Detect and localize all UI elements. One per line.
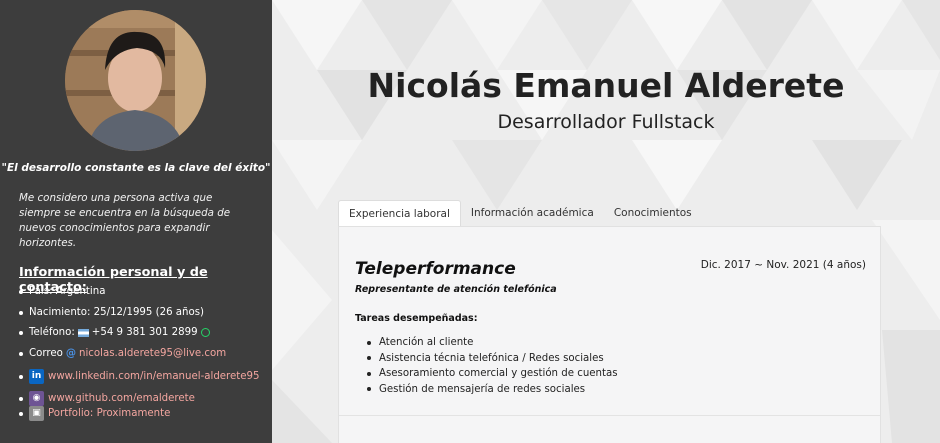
phone-value: +54 9 381 301 2899 (91, 327, 198, 338)
tasks-list: Atención al cliente Asistencia técnia te… (367, 335, 618, 397)
list-item: Gestión de mensajería de redes sociales (367, 382, 618, 398)
tab-experiencia-laboral[interactable]: Experiencia laboral (338, 200, 461, 227)
country-text: País: Argentina (29, 286, 106, 297)
job-title: Desarrollador Fullstack (497, 111, 715, 133)
list-item: Asistencia técnia telefónica / Redes soc… (367, 351, 618, 367)
page-title: Nicolás Emanuel Alderete (367, 66, 845, 105)
contact-country: País: Argentina (19, 286, 105, 297)
job-role: Representante de atención telefónica (355, 284, 557, 295)
experience-panel: Teleperformance Dic. 2017 ~ Nov. 2021 (4… (338, 226, 881, 443)
contact-birth: Nacimiento: 25/12/1995 (26 años) (19, 307, 204, 318)
list-item: Asesoramiento comercial y gestión de cue… (367, 366, 618, 382)
quote: "El desarrollo constante es la clave del… (1, 162, 271, 174)
github-link[interactable]: www.github.com/emalderete (48, 393, 195, 404)
contact-portfolio: ▣ Portfolio: Proximamente (19, 406, 170, 421)
tab-bar: Experiencia laboral Información académic… (338, 200, 702, 227)
briefcase-icon: ▣ (29, 406, 44, 421)
tab-informacion-academica[interactable]: Información académica (461, 200, 604, 227)
tab-conocimientos[interactable]: Conocimientos (604, 200, 702, 227)
sidebar: "El desarrollo constante es la clave del… (0, 0, 272, 443)
contact-email: Correo @ nicolas.alderete95@live.com (19, 348, 226, 359)
linkedin-icon: in (29, 369, 44, 384)
main-content: Nicolás Emanuel Alderete Desarrollador F… (272, 0, 940, 443)
divider (339, 415, 880, 416)
job-dates: Dic. 2017 ~ Nov. 2021 (4 años) (700, 259, 866, 271)
contact-linkedin: in www.linkedin.com/in/emanuel-alderete9… (19, 369, 260, 384)
portfolio-link[interactable]: Portfolio: Proximamente (48, 408, 170, 419)
email-label: Correo (29, 348, 63, 359)
list-item: Atención al cliente (367, 335, 618, 351)
avatar (65, 10, 206, 151)
contact-github: ◉ www.github.com/emalderete (19, 391, 195, 406)
github-icon: ◉ (29, 391, 44, 406)
phone-label: Teléfono: (29, 327, 75, 338)
linkedin-link[interactable]: www.linkedin.com/in/emanuel-alderete95 (48, 371, 260, 382)
tasks-heading: Tareas desempeñadas: (355, 313, 478, 324)
bio-text: Me considero una persona activa que siem… (19, 192, 231, 249)
contact-phone: Teléfono: +54 9 381 301 2899 (19, 327, 210, 338)
argentina-flag-icon (77, 328, 89, 337)
email-link[interactable]: nicolas.alderete95@live.com (79, 348, 226, 359)
at-icon: @ (65, 348, 77, 359)
company-name: Teleperformance (355, 259, 516, 279)
birth-text: Nacimiento: 25/12/1995 (26 años) (29, 307, 205, 318)
whatsapp-icon[interactable] (200, 328, 210, 337)
